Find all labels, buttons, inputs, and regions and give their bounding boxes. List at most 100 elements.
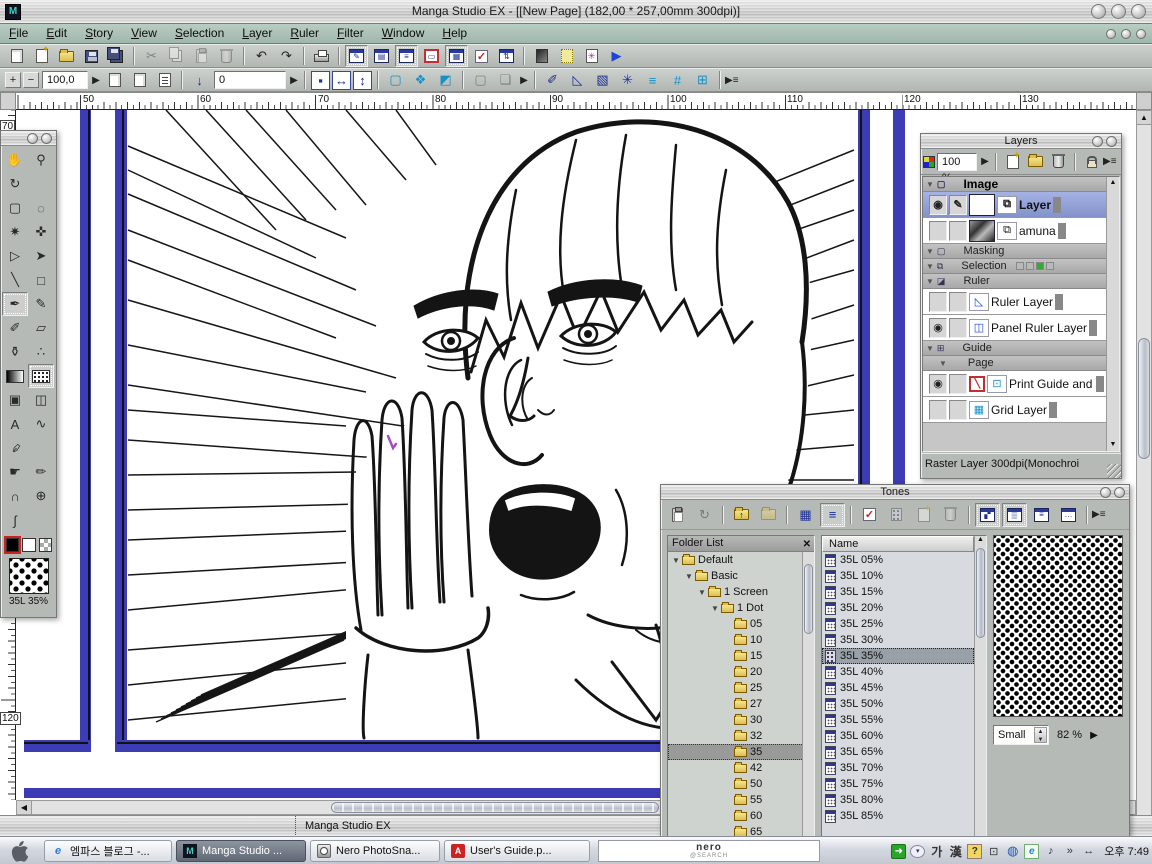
- tone-35l-65[interactable]: 35L 65%: [822, 744, 974, 760]
- zoom-tool[interactable]: ⚲: [28, 148, 54, 172]
- separator[interactable]: [722, 506, 724, 524]
- expand-triangle-icon[interactable]: ▼: [672, 556, 679, 565]
- copy-button[interactable]: [165, 45, 188, 67]
- gray-image-button[interactable]: [530, 45, 553, 67]
- layer-name[interactable]: Print Guide and ...: [1009, 377, 1094, 391]
- empty-slot[interactable]: [28, 508, 54, 532]
- layer-name[interactable]: Page: [968, 357, 994, 369]
- preview-mode-tile-button[interactable]: ▞: [975, 503, 1000, 527]
- line-tool[interactable]: ╲: [2, 268, 28, 292]
- object-select-tool[interactable]: ▷: [2, 244, 28, 268]
- paste-tone-button[interactable]: [665, 503, 690, 527]
- maximize-button[interactable]: [1111, 4, 1126, 19]
- name-column-header[interactable]: Name: [822, 536, 974, 552]
- menu-file[interactable]: File: [0, 24, 37, 43]
- tray-updater-icon[interactable]: ➜: [891, 844, 906, 859]
- delete-tone-button[interactable]: [938, 503, 963, 527]
- folder-10[interactable]: 10: [668, 632, 814, 648]
- preview-size-dropdown[interactable]: Small ▲▼: [993, 725, 1049, 745]
- marquee-tool[interactable]: ▢: [2, 196, 28, 220]
- panel-cutter-tool[interactable]: ◫: [28, 388, 54, 412]
- preview-mode-list-button[interactable]: ≡: [1029, 503, 1054, 527]
- tone-scroll-thumb[interactable]: [976, 548, 985, 638]
- scroll-up-arrow[interactable]: ▲: [975, 536, 986, 543]
- expand-triangle-icon[interactable]: ▼: [698, 588, 705, 597]
- scroll-left-arrow[interactable]: ◀: [17, 801, 32, 814]
- layer-opacity-field[interactable]: 100 %: [937, 153, 977, 171]
- tone-35l-50[interactable]: 35L 50%: [822, 696, 974, 712]
- eraser-tool[interactable]: ▱: [28, 316, 54, 340]
- minimize-button[interactable]: [1091, 4, 1106, 19]
- zoom-menu-arrow[interactable]: ▶: [90, 75, 102, 86]
- expand-triangle-icon[interactable]: ▼: [926, 262, 934, 271]
- ruler-lines-button[interactable]: ≡: [641, 69, 664, 91]
- menu-help[interactable]: Help: [433, 24, 476, 43]
- transparent-color-swatch[interactable]: [39, 538, 52, 552]
- foreground-color-swatch[interactable]: [6, 538, 19, 552]
- tones-menu-button[interactable]: ▶≡: [1092, 509, 1104, 520]
- taskbar-button-users-guide-pdf[interactable]: AUser's Guide.p...: [444, 840, 590, 862]
- tray-chevron-icon[interactable]: »: [1062, 844, 1077, 859]
- layer-name[interactable]: amuna: [1019, 224, 1056, 238]
- frame-tool[interactable]: ▣: [2, 388, 28, 412]
- zoom-out-button[interactable]: −: [23, 72, 39, 88]
- rotate-canvas-tool[interactable]: ↻: [2, 172, 28, 196]
- menu-window[interactable]: Window: [373, 24, 434, 43]
- tray-connection-icon[interactable]: ↔: [1081, 844, 1096, 859]
- opacity-menu-arrow[interactable]: ▶: [979, 156, 991, 167]
- tone-35l-15[interactable]: 35L 15%: [822, 584, 974, 600]
- preview-mode-wide-button[interactable]: …: [1056, 503, 1081, 527]
- draw-enable-pen-icon[interactable]: [949, 318, 967, 338]
- background-color-swatch[interactable]: [22, 538, 35, 552]
- visibility-eye-icon[interactable]: ◉: [929, 374, 947, 394]
- tray-globe-icon[interactable]: ◍: [1005, 844, 1020, 859]
- close-icon[interactable]: ✕: [803, 537, 811, 552]
- folder-32[interactable]: 32: [668, 728, 814, 744]
- separator[interactable]: [303, 47, 305, 65]
- page-list-button[interactable]: [153, 69, 176, 91]
- palette-collapse-button[interactable]: [27, 133, 38, 144]
- filter-effect-button[interactable]: ✳: [580, 45, 603, 67]
- paste-button[interactable]: [190, 45, 213, 67]
- rotate-tone-button[interactable]: ↻: [692, 503, 717, 527]
- expand-triangle-icon[interactable]: ▼: [926, 277, 934, 286]
- new-layer-folder-button[interactable]: [1025, 152, 1046, 172]
- tone-tool[interactable]: [28, 364, 54, 388]
- draw-enable-pen-icon[interactable]: ✎: [949, 195, 967, 215]
- tray-display-icon[interactable]: ⊡: [986, 844, 1001, 859]
- ruler-cube-button[interactable]: ▧: [591, 69, 614, 91]
- layer-name[interactable]: Guide: [962, 342, 991, 354]
- layers-scrollbar[interactable]: ▲ ▼: [1106, 177, 1119, 451]
- layer-group-masking[interactable]: ▼ ▢ Masking: [923, 244, 1106, 259]
- draw-enable-pen-icon[interactable]: [949, 374, 967, 394]
- no-print-icon[interactable]: ╲: [969, 376, 985, 392]
- tone-list-scrollbar[interactable]: ▲: [974, 536, 986, 836]
- nero-search-box[interactable]: nero @SEARCH: [598, 840, 820, 862]
- tone-image-button[interactable]: [555, 45, 578, 67]
- folder-20[interactable]: 20: [668, 664, 814, 680]
- folder-55[interactable]: 55: [668, 792, 814, 808]
- magic-wand-tool[interactable]: ✷: [2, 220, 28, 244]
- layout-2-button[interactable]: ❏: [494, 69, 517, 91]
- tone-35l-85[interactable]: 35L 85%: [822, 808, 974, 824]
- vertical-scroll-thumb[interactable]: [1138, 338, 1150, 459]
- ruler-compass-button[interactable]: ✳: [616, 69, 639, 91]
- doc-minimize-button[interactable]: [1106, 29, 1116, 39]
- layer-row-panel-ruler-layer[interactable]: ◉ ◫ Panel Ruler Layer: [923, 315, 1106, 341]
- empty-slot[interactable]: [28, 172, 54, 196]
- save-all-button[interactable]: [105, 45, 128, 67]
- pen-tool[interactable]: ✒: [2, 292, 28, 316]
- menu-selection[interactable]: Selection: [166, 24, 233, 43]
- move-tool[interactable]: ✜: [28, 220, 54, 244]
- folder-30[interactable]: 30: [668, 712, 814, 728]
- airbrush-tool[interactable]: ∴: [28, 340, 54, 364]
- lasso-zoom-tool[interactable]: ⊕: [28, 484, 54, 508]
- layout-1-button[interactable]: ▢: [469, 69, 492, 91]
- layer-group-page[interactable]: ▼ Page: [923, 356, 1106, 371]
- view-grid-button[interactable]: ▦: [793, 503, 818, 527]
- start-button[interactable]: [6, 840, 32, 862]
- layer-thumbnail[interactable]: [969, 220, 995, 242]
- palette-collapse-button[interactable]: [1092, 136, 1103, 147]
- undo-button[interactable]: ↶: [250, 45, 273, 67]
- expand-triangle-icon[interactable]: ▼: [711, 604, 718, 613]
